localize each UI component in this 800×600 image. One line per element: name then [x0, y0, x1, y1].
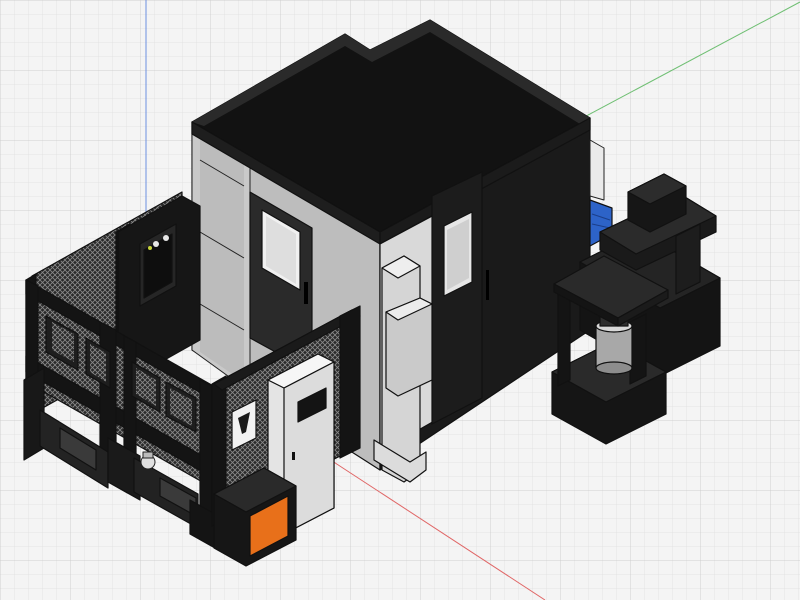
canvas[interactable]: [0, 0, 800, 600]
3d-viewport[interactable]: [0, 0, 800, 600]
